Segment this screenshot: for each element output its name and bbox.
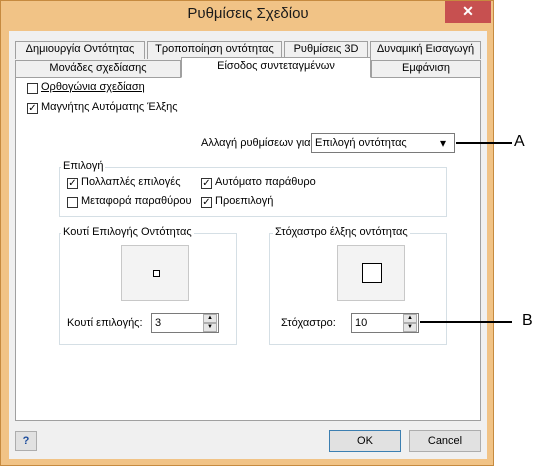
close-button[interactable]: ✕ [445, 1, 491, 23]
ortho-label: Ορθογώνια σχεδίαση [41, 81, 145, 93]
change-settings-value: Επιλογή οντότητας [315, 137, 407, 149]
preselection-checkbox[interactable]: ✓ [201, 197, 212, 208]
spin-up-icon[interactable]: ▲ [403, 314, 417, 323]
tab-coordinate-input[interactable]: Είσοδος συντεταγμένων [181, 57, 371, 78]
tab-entity-creation[interactable]: Δημιουργία Οντότητας [15, 41, 145, 59]
multiple-selection-checkbox[interactable]: ✓ [67, 178, 78, 189]
spin-down-icon[interactable]: ▼ [203, 323, 217, 332]
callout-b-line [420, 321, 512, 323]
snap-target-value: 10 [355, 317, 368, 329]
dialog-window: Ρυθμίσεις Σχεδίου ✕ Δημιουργία Οντότητας… [0, 0, 494, 466]
preselection-label: Προεπιλογή [215, 195, 274, 207]
spin-down-icon[interactable]: ▼ [403, 323, 417, 332]
change-settings-select[interactable]: Επιλογή οντότητας ▾ [311, 133, 455, 153]
drag-window-label: Μεταφορά παραθύρου [81, 195, 192, 207]
magnet-checkbox[interactable]: ✓ [27, 103, 38, 114]
callout-a-line [456, 142, 512, 144]
ok-button[interactable]: OK [329, 430, 401, 452]
aperture-square-icon [362, 263, 382, 283]
drag-window-checkbox[interactable] [67, 197, 78, 208]
change-settings-label: Αλλαγή ρυθμίσεων για [201, 137, 311, 149]
magnet-label: Μαγνήτης Αυτόματης Έλξης [41, 101, 178, 113]
selection-group [59, 167, 447, 217]
entity-box-preview [121, 245, 189, 301]
help-button[interactable]: ? [15, 431, 37, 451]
entity-box-field-label: Κουτί επιλογής: [67, 317, 143, 329]
ortho-checkbox[interactable] [27, 83, 38, 94]
multiple-selection-label: Πολλαπλές επιλογές [81, 176, 181, 188]
tab-display[interactable]: Εμφάνιση [371, 60, 481, 78]
snap-target-title: Στόχαστρο έλξης οντότητας [273, 226, 410, 238]
auto-window-label: Αυτόματο παράθυρο [215, 176, 316, 188]
window-title: Ρυθμίσεις Σχεδίου [187, 5, 309, 22]
entity-box-title: Κουτί Επιλογής Οντότητας [61, 226, 194, 238]
chevron-down-icon: ▾ [440, 136, 447, 150]
callout-a-label: A [514, 133, 525, 150]
pickbox-square-icon [153, 270, 160, 277]
entity-box-spinner[interactable]: 3 ▲ ▼ [151, 313, 219, 333]
snap-target-field-label: Στόχαστρο: [281, 317, 336, 329]
auto-window-checkbox[interactable]: ✓ [201, 178, 212, 189]
snap-target-preview [337, 245, 405, 301]
tab-dynamic-input[interactable]: Δυναμική Εισαγωγή [370, 41, 481, 59]
spin-up-icon[interactable]: ▲ [203, 314, 217, 323]
snap-target-spinner[interactable]: 10 ▲ ▼ [351, 313, 419, 333]
tab-drawing-units[interactable]: Μονάδες σχεδίασης [15, 60, 181, 78]
cancel-button[interactable]: Cancel [409, 430, 481, 452]
entity-box-value: 3 [155, 317, 162, 329]
callout-b-label: B [522, 312, 533, 329]
selection-group-title: Επιλογή [61, 160, 106, 172]
